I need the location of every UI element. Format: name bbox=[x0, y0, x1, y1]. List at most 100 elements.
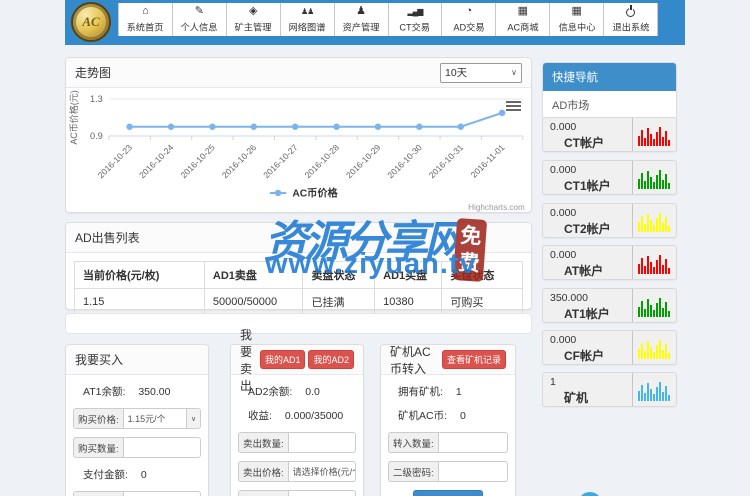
market-list-title: AD出售列表 bbox=[75, 231, 140, 245]
edit-icon: ✎ bbox=[194, 4, 204, 17]
miner-password-label: 二级密码: bbox=[388, 461, 438, 482]
svg-text:2016-10-27: 2016-10-27 bbox=[261, 142, 300, 180]
pay-amount-row: 支付金额: 0 bbox=[83, 467, 202, 482]
calendar-icon: ▦ bbox=[571, 4, 582, 17]
income-label: 收益: bbox=[248, 410, 272, 422]
at1-balance-value: 350.00 bbox=[138, 386, 171, 398]
confirm-submit-button[interactable]: 确认提交 bbox=[413, 490, 483, 496]
miner-password-group: 二级密码: bbox=[388, 461, 508, 482]
account-info: 0.000 AT帐户 bbox=[543, 246, 632, 279]
nav-item-logout[interactable]: 退出系统 bbox=[604, 3, 659, 36]
svg-text:2016-10-23: 2016-10-23 bbox=[96, 142, 135, 180]
account-info: 0.000 CT帐户 bbox=[543, 118, 632, 151]
own-miner-label: 拥有矿机: bbox=[398, 386, 443, 398]
account-value: 0.000 bbox=[550, 164, 577, 176]
pay-amount-label: 支付金额: bbox=[83, 469, 128, 481]
miner-coin-label: 矿机AC币: bbox=[398, 410, 448, 422]
market-table: 当前价格(元/枚) AD1卖盘 卖盘状态 AD1买盘 买盘状态 1.15 500… bbox=[74, 261, 523, 316]
miner-panel-title: 矿机AC币转入 bbox=[390, 344, 431, 376]
account-info: 350.000 AT1帐户 bbox=[543, 289, 632, 322]
svg-text:2016-11-01: 2016-11-01 bbox=[469, 142, 507, 179]
own-miner-row: 拥有矿机: 1 bbox=[398, 384, 509, 399]
logo-text: AC bbox=[82, 14, 100, 29]
sidebar-item-ad-market[interactable]: AD市场 bbox=[543, 91, 676, 119]
buy-password-input[interactable] bbox=[122, 491, 201, 496]
sell-qty-label: 卖出数量: bbox=[238, 432, 288, 453]
sell-qty-input[interactable] bbox=[287, 432, 356, 453]
account-value: 1 bbox=[550, 376, 556, 388]
buy-qty-input[interactable] bbox=[122, 437, 201, 458]
ad2-balance-value: 0.0 bbox=[305, 386, 320, 398]
bar-chart-icon bbox=[632, 289, 676, 322]
own-miner-value: 1 bbox=[455, 386, 462, 398]
account-card-ct[interactable]: 0.000 CT帐户 bbox=[542, 117, 677, 152]
sell-price-group: 卖出价格: 请选择价格(元/个) ∨ bbox=[238, 461, 356, 482]
miner-coin-value: 0 bbox=[459, 410, 466, 422]
chevron-down-icon: ∨ bbox=[186, 409, 200, 428]
home-icon: ⌂ bbox=[142, 4, 149, 17]
chevron-down-icon: ∨ bbox=[511, 68, 517, 77]
range-select[interactable]: 10天 ∨ bbox=[440, 62, 522, 83]
svg-text:AC币价格(元): AC币价格(元) bbox=[68, 90, 79, 144]
account-card-ct2[interactable]: 0.000 CT2帐户 bbox=[542, 203, 677, 238]
account-card-miner[interactable]: 1 矿机 bbox=[542, 372, 677, 407]
buy-panel: 我要买入 AT1余额: 350.00 购买价格: 1.15元/个 ∨ 购买数量:… bbox=[65, 344, 209, 496]
at1-balance-row: AT1余额: 350.00 bbox=[83, 384, 202, 399]
svg-text:2016-10-30: 2016-10-30 bbox=[385, 142, 424, 180]
nav-item-message-center[interactable]: ▦ 信息中心 bbox=[550, 3, 605, 36]
nav-item-home[interactable]: ⌂ 系统首页 bbox=[119, 3, 173, 36]
at1-balance-label: AT1余额: bbox=[83, 386, 126, 398]
miner-password-input[interactable] bbox=[437, 461, 508, 482]
trend-chart-title: 走势图 bbox=[75, 66, 112, 80]
svg-text:0.9: 0.9 bbox=[90, 131, 103, 141]
trend-chart-panel: 走势图 10天 ∨ 1.3 0.9 AC币价格(元) 2016-10-23 2016-1… bbox=[65, 57, 532, 213]
nav-item-assets[interactable]: ♟ 资产管理 bbox=[334, 3, 389, 36]
account-info: 1 矿机 bbox=[543, 373, 632, 406]
sell-password-input[interactable] bbox=[287, 490, 356, 496]
svg-text:AC币价格: AC币价格 bbox=[292, 187, 338, 200]
transfer-amount-input[interactable] bbox=[437, 432, 508, 453]
account-card-at[interactable]: 0.000 AT帐户 bbox=[542, 245, 677, 280]
income-row: 收益: 0.000/35000 bbox=[248, 408, 357, 423]
sell-price-placeholder: 请选择价格(元/个) bbox=[292, 467, 355, 477]
buy-price-select[interactable]: 1.15元/个 ∨ bbox=[122, 408, 201, 429]
ad2-balance-label: AD2余额: bbox=[248, 386, 293, 398]
scroll-top-button[interactable] bbox=[578, 492, 602, 496]
col-buy-status: 买盘状态 bbox=[441, 261, 523, 289]
market-list-panel: AD出售列表 当前价格(元/枚) AD1卖盘 卖盘状态 AD1买盘 买盘状态 1… bbox=[65, 222, 532, 316]
account-card-cf[interactable]: 0.000 CF帐户 bbox=[542, 330, 677, 365]
page: AC ⌂ 系统首页 ✎ 个人信息 ◈ 矿主管理 ♟♟ 网络图谱 ♟ 资产管理 ▂… bbox=[0, 0, 750, 496]
gauge-icon: ◔ bbox=[465, 4, 473, 17]
account-value: 0.000 bbox=[550, 334, 577, 346]
my-ad1-button[interactable]: 我的AD1 bbox=[259, 350, 306, 369]
chart-menu-icon[interactable] bbox=[506, 101, 521, 113]
nav-item-ad-trade[interactable]: ◔ AD交易 bbox=[442, 3, 497, 36]
col-ad1-sell: AD1卖盘 bbox=[203, 261, 304, 289]
nav-item-ct-trade[interactable]: ▂▄▆ CT交易 bbox=[388, 3, 443, 36]
miner-coin-row: 矿机AC币: 0 bbox=[398, 408, 509, 423]
buy-password-label: 二级密码: bbox=[73, 491, 123, 496]
bar-chart-icon bbox=[632, 161, 676, 194]
svg-text:2016-10-24: 2016-10-24 bbox=[137, 142, 176, 180]
market-list-heading: AD出售列表 bbox=[66, 223, 531, 253]
income-value: 0.000/35000 bbox=[284, 410, 344, 422]
account-card-ct1[interactable]: 0.000 CT1帐户 bbox=[542, 160, 677, 195]
miner-records-button[interactable]: 查看矿机记录 bbox=[441, 350, 506, 369]
cell-sell-status: 已挂满 bbox=[302, 288, 376, 316]
my-ad2-button[interactable]: 我的AD2 bbox=[308, 350, 354, 369]
users-icon: ♟♟ bbox=[301, 6, 314, 16]
nav-item-miner-admin[interactable]: ◈ 矿主管理 bbox=[226, 3, 281, 36]
buy-panel-title: 我要买入 bbox=[75, 353, 124, 367]
svg-text:2016-10-26: 2016-10-26 bbox=[220, 142, 259, 180]
quick-nav-title: 快捷导航 bbox=[543, 63, 676, 91]
nav-item-network[interactable]: ♟♟ 网络图谱 bbox=[280, 3, 335, 36]
account-info: 0.000 CT1帐户 bbox=[543, 161, 632, 194]
nav-item-ac-mall[interactable]: ▦ AC商城 bbox=[496, 3, 551, 36]
svg-text:2016-10-25: 2016-10-25 bbox=[178, 142, 217, 180]
account-name: CF帐户 bbox=[564, 349, 604, 363]
nav-item-profile[interactable]: ✎ 个人信息 bbox=[172, 3, 227, 36]
account-card-at1[interactable]: 350.000 AT1帐户 bbox=[542, 288, 677, 323]
price-line-chart: 1.3 0.9 AC币价格(元) 2016-10-23 2016-10-24 2016-1… bbox=[66, 88, 531, 214]
sell-price-select[interactable]: 请选择价格(元/个) ∨ bbox=[287, 461, 356, 482]
buy-password-group: 二级密码: bbox=[73, 491, 201, 496]
